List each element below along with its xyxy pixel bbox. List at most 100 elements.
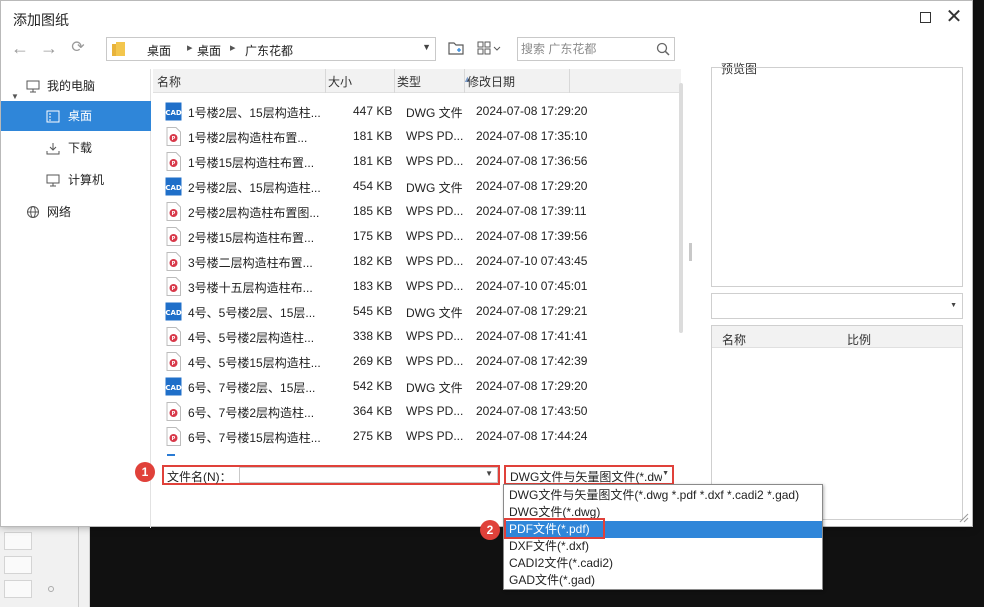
monitor-icon — [46, 174, 60, 187]
sidebar-item-my-computer[interactable]: ▼ 我的电脑 — [1, 71, 151, 101]
file-row[interactable]: CAD 1号楼2层、15层构造柱... 447 KB DWG 文件 2024-07-08… — [153, 99, 681, 124]
column-header-size[interactable]: 大小 — [328, 73, 352, 90]
filename-input[interactable]: ▼ — [239, 467, 498, 483]
file-row[interactable]: P 4号、5号楼2层构造柱... 338 KB WPS PD... 2024-07-08… — [153, 324, 681, 349]
file-size: 269 KB — [353, 354, 393, 368]
sidebar-item-computer[interactable]: 计算机 — [1, 165, 151, 195]
breadcrumb-separator-icon[interactable]: ▸ — [187, 41, 193, 54]
column-divider[interactable] — [394, 69, 395, 93]
column-divider[interactable] — [464, 69, 465, 93]
view-mode-icon[interactable] — [477, 39, 503, 57]
panel-splitter-handle[interactable] — [689, 243, 692, 261]
file-name: 4号、5号楼2层构造柱... — [188, 331, 315, 345]
chevron-down-icon[interactable]: ▼ — [950, 302, 957, 309]
search-icon[interactable] — [656, 42, 670, 56]
computer-icon — [26, 80, 40, 93]
file-list: CAD 1号楼2层、15层构造柱... 447 KB DWG 文件 2024-07-08… — [153, 99, 681, 455]
file-type-option[interactable]: CADI2文件(*.cadi2) — [504, 555, 822, 572]
close-button[interactable]: ✕ — [943, 7, 965, 29]
sidebar-item-network[interactable]: 网络 — [1, 197, 151, 227]
file-name: 1号楼2层构造柱布置... — [188, 131, 308, 145]
svg-text:CAD: CAD — [165, 184, 182, 192]
file-row[interactable]: P 2号楼15层构造柱布置... 175 KB WPS PD... 2024-07-08… — [153, 224, 681, 249]
pdf-file-icon: P — [166, 227, 181, 246]
sidebar-item-label: 网络 — [47, 205, 72, 219]
file-name: 6号、7号楼2层构造柱... — [188, 406, 315, 420]
maximize-button[interactable] — [920, 12, 931, 23]
svg-text:CAD: CAD — [165, 309, 182, 317]
file-row[interactable]: CAD 6号、7号楼2层、15层... 542 KB DWG 文件 2024-07-08… — [153, 374, 681, 399]
column-header-name[interactable]: 名称 — [722, 331, 746, 348]
file-row[interactable]: P 6号、7号楼2层构造柱... 364 KB WPS PD... 2024-07-08… — [153, 399, 681, 424]
sidebar-item-downloads[interactable]: 下载 — [1, 133, 151, 163]
file-modified-date: 2024-07-10 07:45:01 — [476, 279, 588, 293]
pdf-file-icon: P — [166, 427, 181, 446]
file-name: 1号楼15层构造柱布置... — [188, 156, 315, 170]
svg-text:P: P — [172, 286, 176, 292]
breadcrumb-item[interactable]: 桌面 — [147, 42, 171, 59]
resize-grip-icon[interactable] — [959, 513, 969, 523]
new-folder-icon[interactable] — [447, 39, 465, 57]
file-type: WPS PD... — [406, 154, 464, 168]
file-type-selected-value: DWG文件与矢量图文件(*.dw — [510, 470, 662, 484]
file-modified-date: 2024-07-08 17:29:20 — [476, 379, 588, 393]
file-row[interactable]: CAD 2号楼2层、15层构造柱... 454 KB DWG 文件 2024-07-08… — [153, 174, 681, 199]
search-box[interactable] — [517, 37, 675, 61]
file-type: WPS PD... — [406, 329, 464, 343]
column-divider[interactable] — [325, 69, 326, 93]
file-modified-date: 2024-07-08 17:43:50 — [476, 404, 588, 418]
pdf-file-icon: P — [166, 152, 181, 171]
column-header-name[interactable]: 名称 — [157, 73, 181, 90]
file-row[interactable]: P 1号楼2层构造柱布置... 181 KB WPS PD... 2024-07-08 … — [153, 124, 681, 149]
file-row[interactable]: P 1号楼15层构造柱布置... 181 KB WPS PD... 2024-07-08… — [153, 149, 681, 174]
desktop-icon — [46, 110, 60, 123]
file-name: 2号楼15层构造柱布置... — [188, 231, 315, 245]
file-row[interactable]: CAD 4号、5号楼2层、15层... 545 KB DWG 文件 2024-07-08… — [153, 299, 681, 324]
chevron-down-icon[interactable]: ▼ — [662, 470, 669, 477]
chevron-down-icon[interactable]: ▼ — [485, 469, 493, 478]
sidebar-item-desktop[interactable]: 桌面 — [1, 101, 151, 131]
sidebar-item-label: 下载 — [68, 141, 93, 155]
file-list-scrollbar[interactable] — [679, 83, 683, 333]
file-type-option[interactable]: DWG文件与矢量图文件(*.dwg *.pdf *.dxf *.cadi2 *.… — [504, 487, 822, 504]
file-row[interactable]: P 3号楼十五层构造柱布... 183 KB WPS PD... 2024-07-10 … — [153, 274, 681, 299]
file-type-option[interactable]: GAD文件(*.gad) — [504, 572, 822, 589]
file-row[interactable]: P 4号、5号楼15层构造柱... 269 KB WPS PD... 2024-07-0… — [153, 349, 681, 374]
refresh-icon[interactable]: ⟳ — [67, 37, 89, 59]
dialog-title: 添加图纸 — [13, 12, 69, 28]
file-type: WPS PD... — [406, 229, 464, 243]
pdf-file-icon: P — [166, 327, 181, 346]
file-list-header: 名称 ▲ 大小 类型 修改日期 — [153, 69, 681, 93]
file-row[interactable]: P 3号楼二层构造柱布置... 182 KB WPS PD... 2024-07-10 … — [153, 249, 681, 274]
preview-area — [711, 67, 963, 287]
file-type: WPS PD... — [406, 429, 464, 443]
file-type: WPS PD... — [406, 129, 464, 143]
file-type-select[interactable]: DWG文件与矢量图文件(*.dw ▼ — [504, 465, 674, 485]
file-name: 1号楼2层、15层构造柱... — [188, 106, 321, 120]
chevron-down-icon[interactable]: ▼ — [422, 42, 431, 52]
pdf-file-icon: P — [166, 352, 181, 371]
cad-file-icon: CAD — [165, 302, 182, 321]
file-type-option[interactable]: DXF文件(*.dxf) — [504, 538, 822, 555]
svg-text:P: P — [172, 336, 176, 342]
file-row[interactable]: P 2号楼2层构造柱布置图... 185 KB WPS PD... 2024-07-08… — [153, 199, 681, 224]
download-icon — [46, 143, 60, 155]
breadcrumb-separator-icon[interactable]: ▸ — [230, 41, 236, 54]
column-header-scale[interactable]: 比例 — [847, 331, 871, 348]
column-divider[interactable] — [569, 69, 570, 93]
search-input[interactable] — [521, 41, 653, 57]
file-size: 183 KB — [353, 279, 393, 293]
file-row[interactable]: P 6号、7号楼15层构造柱... 275 KB WPS PD... 2024-07-0… — [153, 424, 681, 449]
file-type: DWG 文件 — [406, 306, 463, 320]
breadcrumb-item[interactable]: 广东花都 — [245, 42, 293, 59]
column-header-date[interactable]: 修改日期 — [467, 73, 515, 90]
address-bar[interactable]: 桌面 ▸ 桌面 ▸ 广东花都 ▼ — [106, 37, 436, 61]
breadcrumb-item[interactable]: 桌面 — [197, 42, 221, 59]
forward-arrow-icon[interactable]: → — [38, 37, 60, 59]
column-header-type[interactable]: 类型 — [397, 73, 421, 90]
back-arrow-icon[interactable]: ← — [9, 37, 31, 59]
svg-text:CAD: CAD — [165, 384, 182, 392]
layout-select[interactable]: ▼ — [711, 293, 963, 319]
file-modified-date: 2024-07-08 17:44:24 — [476, 429, 588, 443]
file-size: 545 KB — [353, 304, 393, 318]
